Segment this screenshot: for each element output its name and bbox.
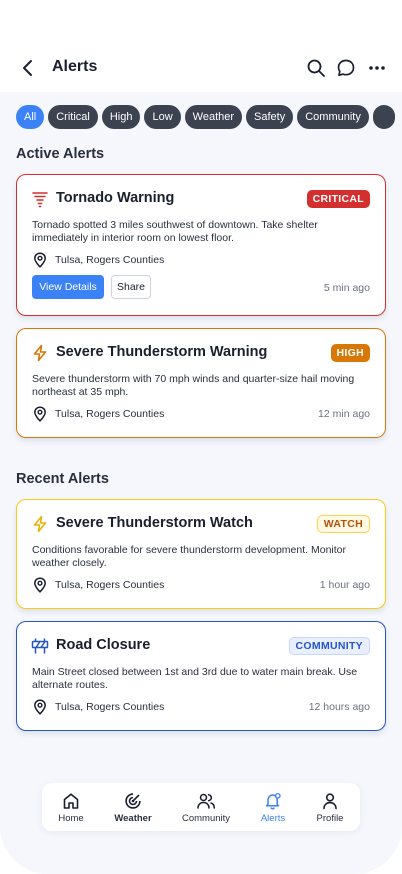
alert-card-tornado-warning[interactable]: Tornado Warning CRITICAL Tornado spotted… <box>16 174 386 316</box>
location-pin-icon <box>34 406 46 422</box>
alert-title: Severe Thunderstorm Watch <box>56 515 253 531</box>
filter-chip-row: All Critical High Low Weather Safety Community <box>16 105 402 129</box>
filter-chip-critical[interactable]: Critical <box>48 105 98 129</box>
bell-icon <box>265 792 281 810</box>
alert-title: Tornado Warning <box>56 190 175 206</box>
search-icon <box>307 59 325 77</box>
tornado-icon <box>32 192 48 208</box>
alert-description: Tornado spotted 3 miles southwest of dow… <box>32 219 318 244</box>
alert-time: 12 min ago <box>318 408 370 420</box>
nav-label: Community <box>181 813 231 824</box>
severity-badge: WATCH <box>316 515 370 533</box>
alert-time: 1 hour ago <box>319 579 370 591</box>
location-text: Tulsa, Rogers Counties <box>55 254 165 266</box>
chat-button[interactable] <box>334 56 358 80</box>
alert-description: Severe thunderstorm with 70 mph winds an… <box>32 373 355 398</box>
chat-bubble-icon <box>337 59 355 77</box>
alert-location: Tulsa, Rogers Counties <box>33 699 164 715</box>
alert-location: Tulsa, Rogers Counties <box>33 252 164 268</box>
bottom-navigation: Home Weather Community Alerts Profile <box>42 783 360 831</box>
search-button[interactable] <box>304 56 328 80</box>
location-pin-icon <box>34 252 46 268</box>
alert-title: Road Closure <box>56 637 151 653</box>
alert-location: Tulsa, Rogers Counties <box>33 406 164 422</box>
severity-badge: CRITICAL <box>306 190 370 208</box>
alert-card-severe-thunderstorm-watch[interactable]: Severe Thunderstorm Watch WATCH Conditio… <box>16 499 386 609</box>
more-horizontal-icon <box>369 66 385 70</box>
nav-item-weather[interactable]: Weather <box>103 792 163 824</box>
user-icon <box>323 793 337 810</box>
filter-chip-low[interactable]: Low <box>144 105 181 129</box>
alert-location: Tulsa, Rogers Counties <box>33 577 164 593</box>
severity-badge: HIGH <box>330 344 370 362</box>
filter-chip-more[interactable] <box>372 105 395 129</box>
alert-time: 12 hours ago <box>308 701 370 713</box>
lightning-icon <box>33 344 47 362</box>
filter-chip-safety[interactable]: Safety <box>246 105 294 129</box>
screen: Alerts All Critical High Low Weather Safety Co… <box>0 0 402 874</box>
users-icon <box>197 793 216 809</box>
page-title: Alerts <box>52 58 98 75</box>
back-button[interactable] <box>16 56 40 80</box>
alert-title: Severe Thunderstorm Warning <box>56 344 268 360</box>
filter-chip-high[interactable]: High <box>101 105 141 129</box>
share-button[interactable]: Share <box>111 275 151 299</box>
alert-card-road-closure[interactable]: Road Closure COMMUNITY Main Street close… <box>16 621 386 731</box>
nav-item-alerts[interactable]: Alerts <box>243 792 303 824</box>
location-text: Tulsa, Rogers Counties <box>55 579 165 591</box>
alert-time: 5 min ago <box>323 282 370 294</box>
lightning-icon <box>33 515 47 533</box>
nav-item-home[interactable]: Home <box>41 792 101 824</box>
more-options-button[interactable] <box>365 56 389 80</box>
home-icon <box>63 793 79 809</box>
filter-chip-all[interactable]: All <box>16 105 45 129</box>
section-title-active: Active Alerts <box>16 146 105 162</box>
location-pin-icon <box>34 699 46 715</box>
nav-item-profile[interactable]: Profile <box>300 792 360 824</box>
filter-chip-community[interactable]: Community <box>297 105 369 129</box>
nav-label: Home <box>58 813 84 824</box>
location-text: Tulsa, Rogers Counties <box>55 701 165 713</box>
filter-chip-weather[interactable]: Weather <box>184 105 243 129</box>
app-header: Alerts <box>0 48 402 88</box>
nav-label: Alerts <box>260 813 286 824</box>
nav-label: Profile <box>316 813 344 824</box>
radar-icon <box>125 793 141 809</box>
nav-item-community[interactable]: Community <box>176 792 236 824</box>
alert-description: Conditions favorable for severe thunders… <box>32 544 346 569</box>
chevron-left-icon <box>23 60 32 76</box>
location-pin-icon <box>34 577 46 593</box>
nav-label: Weather <box>114 813 152 824</box>
alert-description: Main Street closed between 1st and 3rd d… <box>32 666 358 691</box>
location-text: Tulsa, Rogers Counties <box>55 408 165 420</box>
section-title-recent: Recent Alerts <box>16 471 109 487</box>
alert-card-severe-thunderstorm-warning[interactable]: Severe Thunderstorm Warning HIGH Severe … <box>16 328 386 438</box>
road-barrier-icon <box>31 638 49 654</box>
view-details-button[interactable]: View Details <box>32 275 104 299</box>
severity-badge: COMMUNITY <box>288 637 370 655</box>
